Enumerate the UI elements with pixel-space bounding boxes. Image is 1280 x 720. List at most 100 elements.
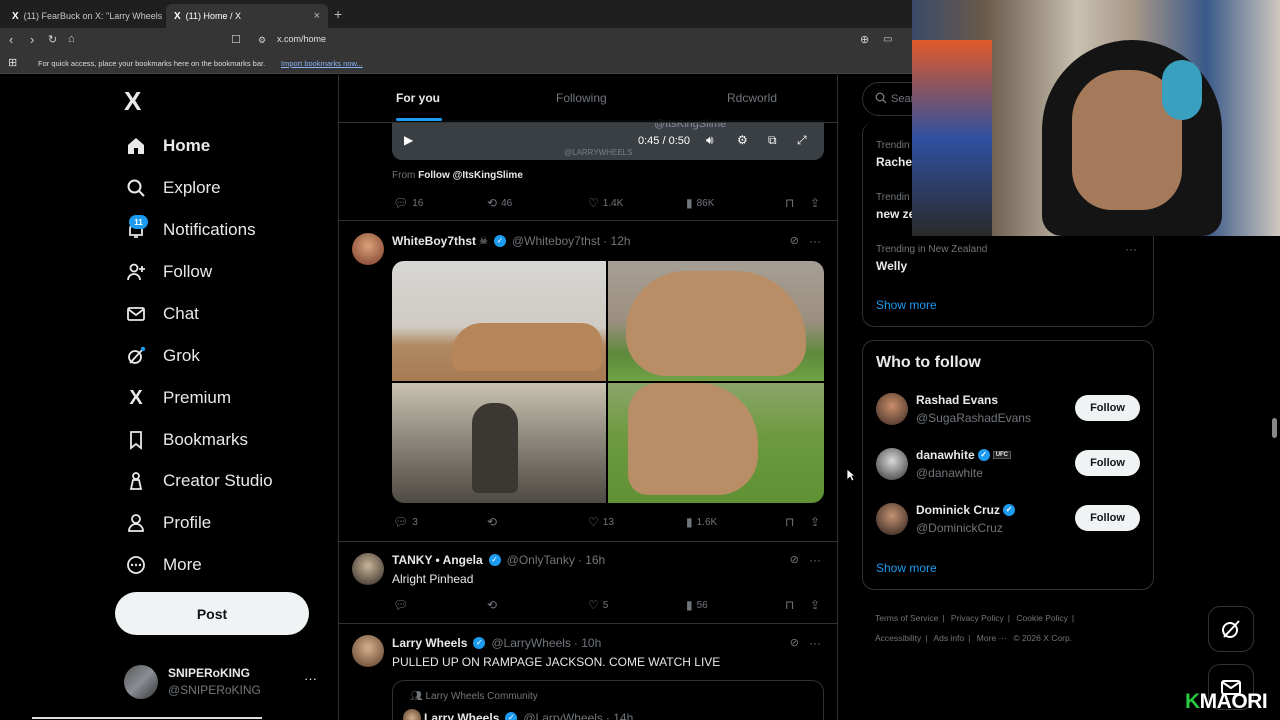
import-bookmarks-link[interactable]: Import bookmarks now... (281, 59, 363, 68)
site-info-icon[interactable]: ⚙ (258, 35, 266, 46)
trend-item[interactable]: Trending in New Zealand Welly ··· (863, 240, 1153, 280)
account-switcher[interactable]: SNIPERoKING @SNIPERoKING ··· (124, 665, 334, 705)
avatar[interactable] (876, 448, 908, 480)
post-author[interactable]: WhiteBoy7thst (392, 234, 476, 248)
post-author[interactable]: Larry Wheels (392, 636, 467, 650)
browser-tab-fearbuck[interactable]: X (11) FearBuck on X: "Larry Wheels sl..… (4, 4, 164, 28)
footer-link[interactable]: Terms of Service (875, 613, 938, 623)
views-button[interactable]: ▮ 1.6K (686, 515, 717, 529)
views-button[interactable]: ▮ 56 (686, 598, 708, 612)
home-browser-icon[interactable]: ⌂ (68, 33, 75, 45)
media-image-2[interactable] (608, 261, 824, 381)
post-author[interactable]: TANKY • Angela (392, 553, 483, 567)
footer-link[interactable]: More ··· (977, 633, 1007, 643)
url-field[interactable]: x.com/home (277, 34, 326, 44)
apps-grid-icon[interactable]: ⊞ (8, 56, 17, 69)
media-image-3[interactable] (392, 383, 606, 503)
avatar[interactable] (352, 553, 384, 585)
nav-profile[interactable]: Profile (124, 508, 211, 538)
tab-for-you[interactable]: For you (396, 91, 440, 105)
grok-explain-icon[interactable]: ⊘ (790, 553, 799, 566)
post-time[interactable]: · 16h (578, 553, 605, 567)
quoted-handle[interactable]: @LarryWheels (523, 711, 603, 720)
play-icon[interactable]: ▶ (404, 133, 413, 147)
tab-rdcworld[interactable]: Rdcworld (727, 91, 777, 105)
avatar[interactable] (352, 233, 384, 265)
grok-explain-icon[interactable]: ⊘ (790, 234, 799, 247)
nav-chat[interactable]: Chat (124, 299, 199, 329)
nav-bookmarks[interactable]: Bookmarks (124, 425, 248, 455)
post-menu-icon[interactable]: ··· (809, 234, 821, 248)
trend-menu-icon[interactable]: ··· (1125, 242, 1137, 256)
show-more-trends[interactable]: Show more (876, 298, 937, 312)
post-menu-icon[interactable]: ··· (809, 553, 821, 567)
post-time[interactable]: · 10h (574, 636, 601, 650)
bookmark-button[interactable]: ⊓ (785, 598, 794, 612)
suggest-name[interactable]: danawhite ✓ UFC (916, 448, 1012, 462)
bookmark-button[interactable]: ⊓ (785, 196, 794, 210)
avatar[interactable] (352, 635, 384, 667)
reply-button[interactable]: 💬︎ (393, 598, 408, 612)
post-handle[interactable]: @OnlyTanky (507, 553, 575, 567)
follow-button[interactable]: Follow (1075, 450, 1140, 476)
views-button[interactable]: ▮ 86K (686, 196, 714, 210)
quoted-post[interactable]: 👥︎ Larry Wheels Community Larry Wheels ✓… (392, 680, 824, 720)
suggest-name[interactable]: Rashad Evans (916, 393, 998, 407)
back-icon[interactable]: ‹ (9, 32, 13, 47)
reply-button[interactable]: 💬︎ 3 (393, 515, 418, 529)
media-image-4[interactable] (608, 383, 824, 503)
fullscreen-icon[interactable]: ⤢ (797, 133, 807, 148)
pip-icon[interactable]: ⧉ (768, 133, 777, 148)
suggest-name[interactable]: Dominick Cruz ✓ (916, 503, 1018, 517)
account-menu-icon[interactable]: ··· (304, 671, 317, 686)
tab-close-icon[interactable]: × (314, 10, 320, 22)
post-time[interactable]: · 12h (603, 234, 630, 248)
footer-link[interactable]: Ads info (933, 633, 964, 643)
share-button[interactable]: ⇪ (810, 515, 820, 529)
like-button[interactable]: ♡ 13 (588, 515, 614, 529)
footer-link[interactable]: Accessibility (875, 633, 921, 643)
page-scrollbar[interactable] (1272, 418, 1277, 438)
nav-explore[interactable]: Explore (124, 173, 221, 203)
post-handle[interactable]: @Whiteboy7thst (512, 234, 600, 248)
nav-creator-studio[interactable]: Creator Studio (124, 466, 273, 496)
forward-icon[interactable]: › (30, 32, 34, 47)
grok-explain-icon[interactable]: ⊘ (790, 636, 799, 649)
show-more-follow[interactable]: Show more (876, 561, 937, 575)
quoted-author[interactable]: Larry Wheels (424, 711, 499, 720)
follow-button[interactable]: Follow (1075, 395, 1140, 421)
volume-icon[interactable]: 🔊︎ (706, 133, 714, 148)
share-button[interactable]: ⇪ (810, 598, 820, 612)
browser-tab-home[interactable]: X (11) Home / X × (166, 4, 328, 28)
share-button[interactable]: ⇪ (810, 196, 820, 210)
follow-source-link[interactable]: Follow @ItsKingSlime (418, 170, 523, 181)
reload-icon[interactable]: ↻ (48, 33, 57, 46)
tab-following[interactable]: Following (556, 91, 607, 105)
repost-button[interactable]: ⟲ 46 (487, 196, 512, 210)
nav-premium[interactable]: X Premium (124, 383, 231, 413)
post-button[interactable]: Post (115, 592, 309, 635)
post-menu-icon[interactable]: ··· (809, 636, 821, 650)
new-tab-button[interactable]: + (334, 6, 342, 22)
nav-follow[interactable]: Follow (124, 257, 212, 287)
x-logo-icon[interactable]: X (124, 86, 141, 117)
like-button[interactable]: ♡ 5 (588, 598, 608, 612)
zoom-icon[interactable]: ⊕ (860, 33, 869, 46)
video-player[interactable]: ▶ @ItsKingSlime @LARRYWHEELS 0:45 / 0:50… (392, 118, 824, 160)
avatar[interactable] (876, 393, 908, 425)
footer-link[interactable]: Privacy Policy (951, 613, 1004, 623)
avatar[interactable] (876, 503, 908, 535)
media-image-1[interactable] (392, 261, 606, 381)
quoted-time[interactable]: · 14h (606, 711, 633, 720)
repost-button[interactable]: ⟲ (487, 515, 501, 529)
repost-button[interactable]: ⟲ (487, 598, 497, 612)
follow-button[interactable]: Follow (1075, 505, 1140, 531)
settings-gear-icon[interactable]: ⚙ (737, 133, 748, 147)
post-handle[interactable]: @LarryWheels (491, 636, 571, 650)
reply-button[interactable]: 💬︎ 16 (393, 196, 423, 210)
bookmark-star-icon[interactable]: ☐ (231, 33, 241, 46)
bookmark-button[interactable]: ⊓ (785, 515, 794, 529)
nav-grok[interactable]: Grok (124, 341, 200, 371)
cast-icon[interactable]: ▭ (883, 34, 892, 45)
nav-home[interactable]: Home (124, 131, 210, 161)
